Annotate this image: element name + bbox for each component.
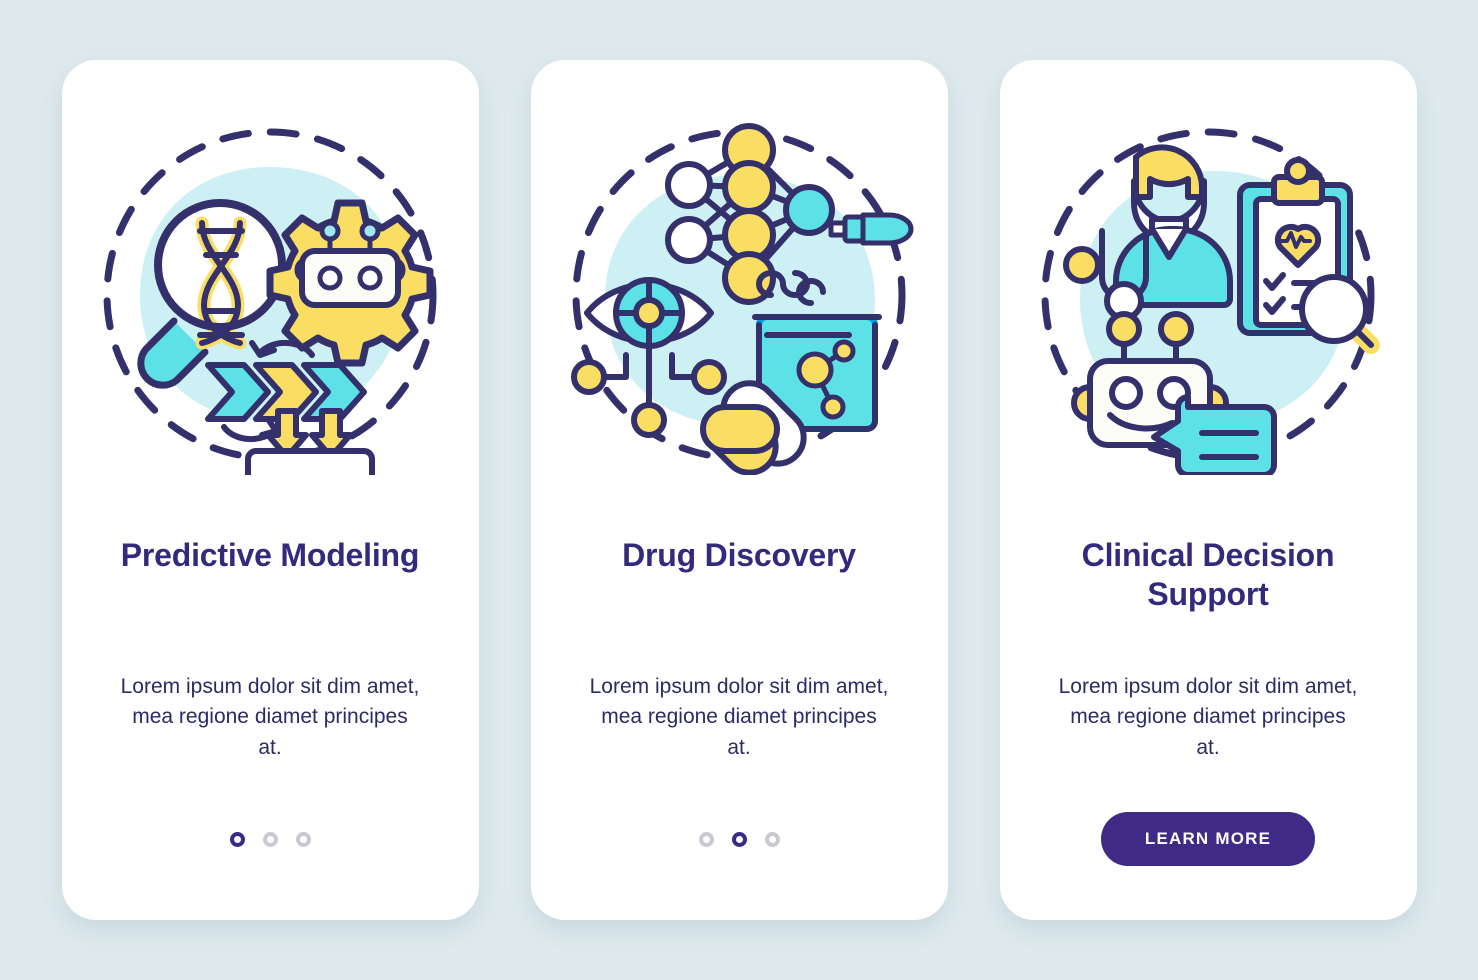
pagination-dot-2[interactable] (731, 831, 747, 847)
gear-robot-icon (266, 199, 434, 367)
drug-discovery-illustration (531, 60, 948, 530)
eye-pupil (633, 297, 665, 329)
robot-face (299, 248, 401, 308)
circuit-node-bottom (631, 402, 667, 438)
page-description: Lorem ipsum dolor sit dim amet, mea regi… (589, 675, 889, 759)
pagination-dot-1[interactable] (229, 831, 245, 847)
title-wrapper: Predictive Modeling (91, 536, 449, 624)
capsule-2 (700, 404, 780, 454)
robot-antenna-dot-right (1158, 311, 1194, 347)
learn-more-button[interactable]: LEARN MORE (1100, 812, 1316, 866)
page-title: Predictive Modeling (120, 537, 420, 573)
onboarding-card-predictive-modeling: Predictive Modeling Lorem ipsum dolor si… (61, 60, 479, 920)
description-wrapper: Lorem ipsum dolor sit dim amet, mea regi… (531, 672, 948, 763)
circuit-node-left (571, 359, 607, 395)
net-node-input-1 (665, 161, 713, 209)
dropper-icon (828, 212, 914, 246)
description-wrapper: Lorem ipsum dolor sit dim amet, mea regi… (1000, 672, 1417, 763)
output-tray (245, 448, 375, 475)
pagination-dot-1[interactable] (698, 831, 714, 847)
predictive-modeling-illustration (62, 60, 479, 530)
robot-antenna-dot-left (1106, 311, 1142, 347)
magnifier-lens (1299, 274, 1369, 344)
circuit-node-right (691, 359, 727, 395)
clinical-decision-support-illustration (1000, 60, 1417, 530)
net-node-input-2 (665, 216, 713, 264)
pagination-dots[interactable] (229, 816, 311, 862)
robot-antenna-dot-left (319, 220, 341, 242)
robot-eye-right (357, 265, 383, 291)
page-description: Lorem ipsum dolor sit dim amet, mea regi… (1058, 675, 1358, 759)
description-wrapper: Lorem ipsum dolor sit dim amet, mea regi… (62, 672, 479, 763)
robot-eye-left (1109, 376, 1143, 410)
robot-antenna-dot-right (359, 220, 381, 242)
title-wrapper: Drug Discovery (592, 536, 886, 624)
stethoscope-dot (1063, 246, 1101, 284)
title-wrapper: Clinical Decision Support (1000, 536, 1417, 624)
robot-eye-left (317, 265, 343, 291)
onboarding-screens-container: Predictive Modeling Lorem ipsum dolor si… (0, 0, 1478, 980)
net-node-output (783, 184, 835, 236)
page-title: Clinical Decision Support (1081, 537, 1335, 613)
clipboard-clip-ring (1284, 157, 1312, 185)
page-title: Drug Discovery (622, 537, 856, 573)
page-description: Lorem ipsum dolor sit dim amet, mea regi… (120, 675, 420, 759)
net-node-hidden-2 (722, 160, 776, 214)
onboarding-card-clinical-decision-support: Clinical Decision Support Lorem ipsum do… (999, 60, 1417, 920)
pagination-dots[interactable] (698, 816, 780, 862)
onboarding-card-drug-discovery: Drug Discovery Lorem ipsum dolor sit dim… (530, 60, 948, 920)
pagination-dot-3[interactable] (295, 831, 311, 847)
pagination-dot-2[interactable] (262, 831, 278, 847)
clipboard-icon (1237, 157, 1380, 354)
pagination-dot-3[interactable] (764, 831, 780, 847)
